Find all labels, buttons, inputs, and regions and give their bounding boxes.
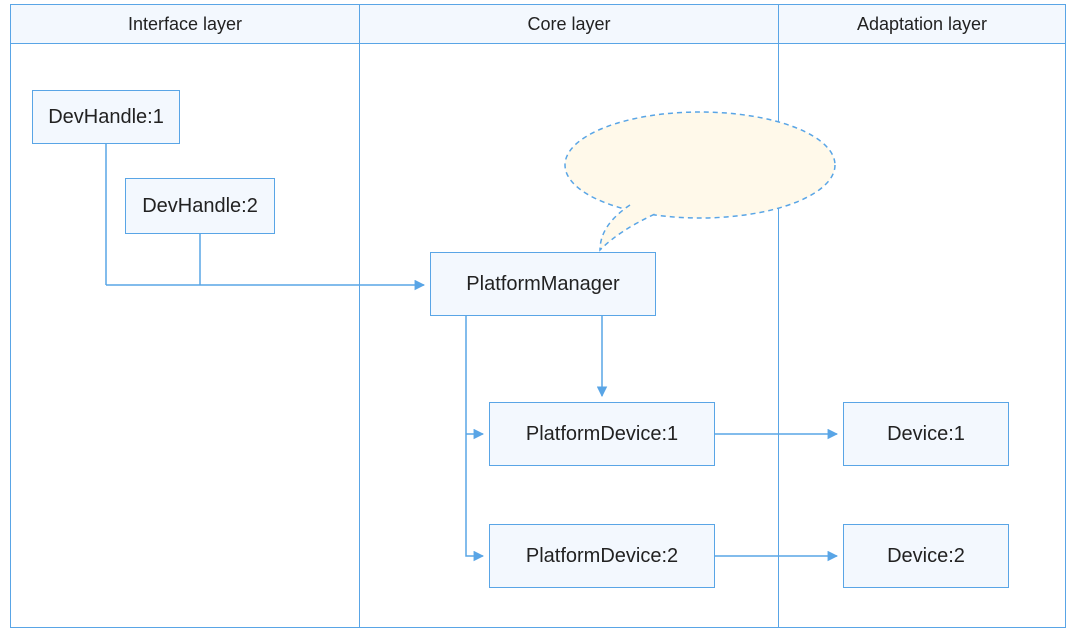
platform-device-2-label: PlatformDevice:2 [526,545,678,568]
callout-line2: implement IDeviceIoService. [611,170,788,186]
devhandle-2-node: DevHandle:2 [125,178,275,234]
platform-manager-node: PlatformManager [430,252,656,316]
devhandle-1-node: DevHandle:1 [32,90,180,144]
interface-layer-title: Interface layer [128,14,242,35]
callout-line1: PlatformManager does not need to [592,151,808,167]
platform-device-2-node: PlatformDevice:2 [489,524,715,588]
interface-layer-header: Interface layer [10,4,360,44]
core-layer-title: Core layer [527,14,610,35]
platform-manager-label: PlatformManager [466,273,619,296]
device-2-label: Device:2 [887,545,965,568]
devhandle-1-label: DevHandle:1 [48,106,164,129]
device-1-node: Device:1 [843,402,1009,466]
diagram-canvas: Interface layer Core layer Adaptation la… [0,0,1074,634]
devhandle-2-label: DevHandle:2 [142,195,258,218]
platform-device-1-node: PlatformDevice:1 [489,402,715,466]
adaptation-layer-header: Adaptation layer [778,4,1066,44]
core-layer-header: Core layer [359,4,779,44]
device-1-label: Device:1 [887,423,965,446]
platform-device-1-label: PlatformDevice:1 [526,423,678,446]
callout-text: PlatformManager does not need to impleme… [590,150,810,188]
device-2-node: Device:2 [843,524,1009,588]
adaptation-layer-title: Adaptation layer [857,14,987,35]
